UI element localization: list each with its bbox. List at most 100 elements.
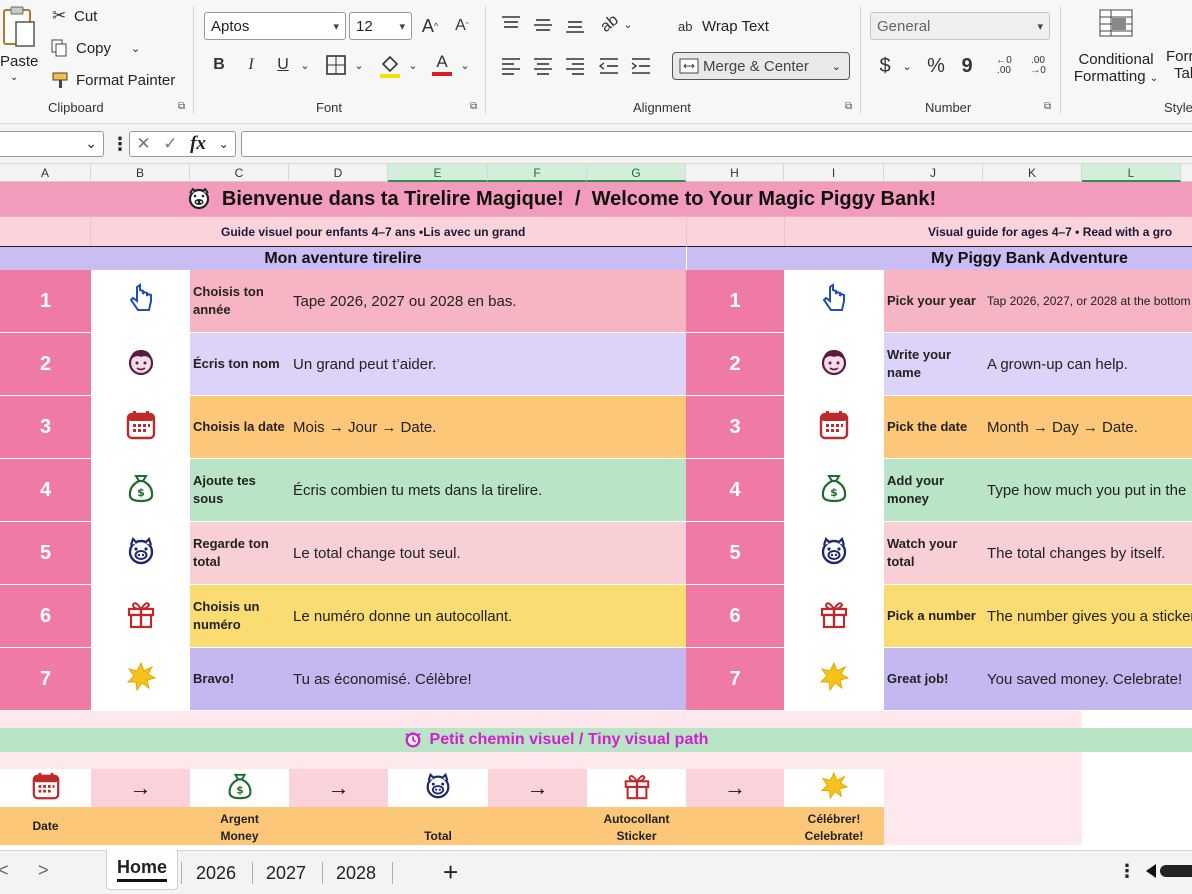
step-desc-fr[interactable]: Un grand peut t’aider. (289, 333, 686, 395)
grow-font-button[interactable]: A ^ (418, 12, 442, 40)
step-number-en[interactable]: 4 (686, 459, 784, 521)
font-size-select[interactable]: 12 ▾ (349, 12, 412, 40)
step-title-fr[interactable]: Choisis ton année (190, 270, 289, 332)
chevron-down-icon[interactable]: ⌄ (219, 137, 229, 151)
step-desc-fr[interactable]: Le numéro donne un autocollant. (289, 585, 686, 647)
underline-button[interactable]: U (272, 52, 294, 78)
step-number-fr[interactable]: 4 (0, 459, 91, 521)
formula-input[interactable] (241, 131, 1192, 157)
path-label[interactable]: Date (0, 807, 91, 845)
step-title-fr[interactable]: Regarde ton total (190, 522, 289, 584)
column-header-b[interactable]: B (91, 164, 190, 182)
enter-icon[interactable]: ✓ (163, 134, 177, 154)
path-label[interactable]: Argent Money (190, 807, 289, 845)
chevron-down-icon[interactable]: ⌄ (458, 52, 472, 78)
increase-decimal-button[interactable]: ←0.00 (990, 52, 1018, 80)
orientation-button[interactable]: ab ⌄ (598, 11, 636, 36)
borders-button[interactable] (325, 54, 347, 76)
step-desc-fr[interactable]: Tu as économisé. Célèbre! (289, 648, 686, 710)
step-desc-fr[interactable]: Écris combien tu mets dans la tirelire. (289, 459, 686, 521)
step-number-en[interactable]: 5 (686, 522, 784, 584)
dialog-launcher-icon[interactable]: ⧉ (470, 101, 477, 112)
align-center-button[interactable] (532, 56, 554, 76)
insert-function-icon[interactable]: fx (190, 133, 206, 155)
step-title-fr[interactable]: Écris ton nom (190, 333, 289, 395)
align-left-button[interactable] (500, 56, 522, 76)
align-bottom-button[interactable] (564, 14, 586, 34)
comma-style-button[interactable]: 9 (958, 52, 976, 80)
step-number-fr[interactable]: 3 (0, 396, 91, 458)
subtitle-en[interactable]: Visual guide for ages 4–7 • Read with a … (686, 216, 1192, 246)
sheet-tab-2027[interactable]: 2027 (266, 863, 306, 884)
subtitle-fr[interactable]: Guide visuel pour enfants 4–7 ans •Lis a… (0, 216, 686, 246)
path-label[interactable]: Total (388, 807, 488, 845)
column-header-k[interactable]: K (983, 164, 1082, 182)
header-fr[interactable]: Mon aventure tirelire (0, 246, 686, 270)
step-title-fr[interactable]: Choisis la date (190, 396, 289, 458)
step-title-en[interactable]: Write your name (884, 333, 983, 395)
path-arrow[interactable]: → (686, 769, 784, 807)
column-header-i[interactable]: I (784, 164, 884, 182)
fill-color-button[interactable] (378, 52, 402, 78)
align-top-button[interactable] (500, 14, 522, 34)
column-header-l[interactable]: L (1082, 164, 1181, 182)
increase-indent-button[interactable] (630, 56, 652, 76)
dialog-launcher-icon[interactable]: ⧉ (178, 101, 185, 112)
wrap-text-button[interactable]: ab Wrap Text (678, 14, 769, 38)
sheet-tab-2026[interactable]: 2026 (196, 863, 236, 884)
step-number-fr[interactable]: 1 (0, 270, 91, 332)
step-number-en[interactable]: 2 (686, 333, 784, 395)
paste-button[interactable]: Paste ⌄ (0, 2, 40, 92)
column-header-d[interactable]: D (289, 164, 388, 182)
align-right-button[interactable] (564, 56, 586, 76)
step-number-fr[interactable]: 5 (0, 522, 91, 584)
step-desc-en[interactable]: Tap 2026, 2027, or 2028 at the bottom (983, 270, 1192, 332)
step-number-en[interactable]: 6 (686, 585, 784, 647)
conditional-formatting-button[interactable]: Conditional Formatting ⌄ (1070, 8, 1162, 90)
chevron-down-icon[interactable]: ⌄ (131, 42, 140, 55)
font-color-button[interactable]: A (430, 52, 454, 78)
column-header-h[interactable]: H (686, 164, 784, 182)
step-title-en[interactable]: Pick your year (884, 270, 983, 332)
horizontal-scrollbar[interactable] (1160, 865, 1192, 877)
dialog-launcher-icon[interactable]: ⧉ (845, 101, 852, 112)
bold-button[interactable]: B (208, 52, 230, 78)
scroll-prev-tab-button[interactable]: < (0, 860, 9, 881)
step-title-en[interactable]: Watch your total (884, 522, 983, 584)
step-desc-en[interactable]: A grown-up can help. (983, 333, 1192, 395)
header-en[interactable]: My Piggy Bank Adventure (686, 246, 1192, 270)
percent-button[interactable]: % (924, 52, 948, 80)
step-desc-fr[interactable]: Tape 2026, 2027 ou 2028 en bas. (289, 270, 686, 332)
step-desc-en[interactable]: You saved money. Celebrate! (983, 648, 1192, 710)
path-label[interactable]: Autocollant Sticker (587, 807, 686, 845)
step-desc-en[interactable]: Type how much you put in the (983, 459, 1192, 521)
column-header-e[interactable]: E (388, 164, 488, 182)
step-desc-fr[interactable]: Le total change tout seul. (289, 522, 686, 584)
dialog-launcher-icon[interactable]: ⧉ (1044, 101, 1051, 112)
step-title-fr[interactable]: Choisis un numéro (190, 585, 289, 647)
chevron-down-icon[interactable]: ⌄ (298, 52, 312, 78)
sheet-tab-2028[interactable]: 2028 (336, 863, 376, 884)
add-sheet-button[interactable]: + (443, 857, 458, 888)
more-tabs-icon[interactable]: ⋮ (1118, 861, 1136, 882)
shrink-font-button[interactable]: Aˇ (450, 12, 474, 40)
step-number-en[interactable]: 1 (686, 270, 784, 332)
step-number-en[interactable]: 7 (686, 648, 784, 710)
sheet-title[interactable]: Bienvenue dans ta Tirelire Magique! / We… (0, 182, 1192, 216)
decrease-decimal-button[interactable]: .00 →0 (1024, 52, 1052, 80)
step-desc-en[interactable]: Month → Day → Date. (983, 396, 1192, 458)
format-painter-button[interactable]: Format Painter (50, 68, 175, 92)
column-header-c[interactable]: C (190, 164, 289, 182)
chevron-down-icon[interactable]: ⌄ (406, 52, 420, 78)
currency-button[interactable]: $ (874, 52, 896, 80)
chevron-down-icon[interactable]: ⌄ (900, 52, 914, 80)
copy-button[interactable]: Copy ⌄ (50, 36, 140, 60)
column-header-g[interactable]: G (587, 164, 686, 182)
format-as-table-button[interactable]: Forr Tal (1166, 48, 1192, 92)
path-arrow[interactable]: → (488, 769, 587, 807)
font-name-select[interactable]: Aptos ▾ (204, 12, 346, 40)
path-arrow[interactable]: → (91, 769, 190, 807)
cancel-icon[interactable]: ✕ (136, 134, 150, 154)
step-title-en[interactable]: Pick a number (884, 585, 983, 647)
step-number-fr[interactable]: 7 (0, 648, 91, 710)
